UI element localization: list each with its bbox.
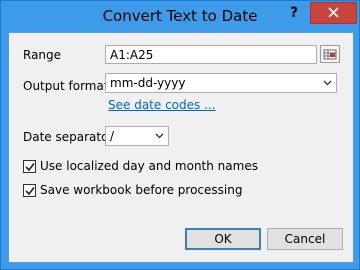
title-bar[interactable]: Convert Text to Date ? [1, 1, 359, 33]
output-format-value: mm-dd-yyyy [110, 76, 186, 90]
dialog-title: Convert Text to Date [102, 7, 258, 25]
check-icon [25, 163, 35, 172]
range-select-icon [323, 49, 337, 60]
date-separator-select[interactable]: / [105, 126, 169, 146]
dialog-body: Range A1:A25 Output format mm-dd-yyyy Se… [8, 32, 354, 263]
use-localized-checkbox[interactable] [23, 160, 36, 173]
range-input[interactable]: A1:A25 [105, 45, 317, 64]
help-button[interactable]: ? [284, 3, 304, 23]
date-separator-value: / [110, 129, 115, 143]
range-picker-button[interactable] [320, 45, 340, 63]
see-date-codes-link[interactable]: See date codes ... [108, 98, 216, 112]
cancel-button[interactable]: Cancel [267, 228, 343, 250]
output-format-select[interactable]: mm-dd-yyyy [105, 73, 337, 93]
check-icon [25, 187, 35, 196]
close-icon [328, 7, 339, 18]
range-label: Range [23, 48, 62, 62]
ok-button[interactable]: OK [185, 228, 261, 250]
chevron-down-icon [323, 80, 332, 86]
chevron-down-icon [155, 133, 164, 139]
date-separator-label: Date separator [23, 130, 114, 144]
close-button[interactable] [310, 2, 357, 24]
save-workbook-checkbox[interactable] [23, 184, 36, 197]
use-localized-label: Use localized day and month names [40, 159, 258, 173]
save-workbook-label: Save workbook before processing [40, 183, 243, 197]
dialog-window: Convert Text to Date ? Range A1:A25 Outp… [0, 0, 360, 270]
output-format-label: Output format [23, 79, 109, 93]
